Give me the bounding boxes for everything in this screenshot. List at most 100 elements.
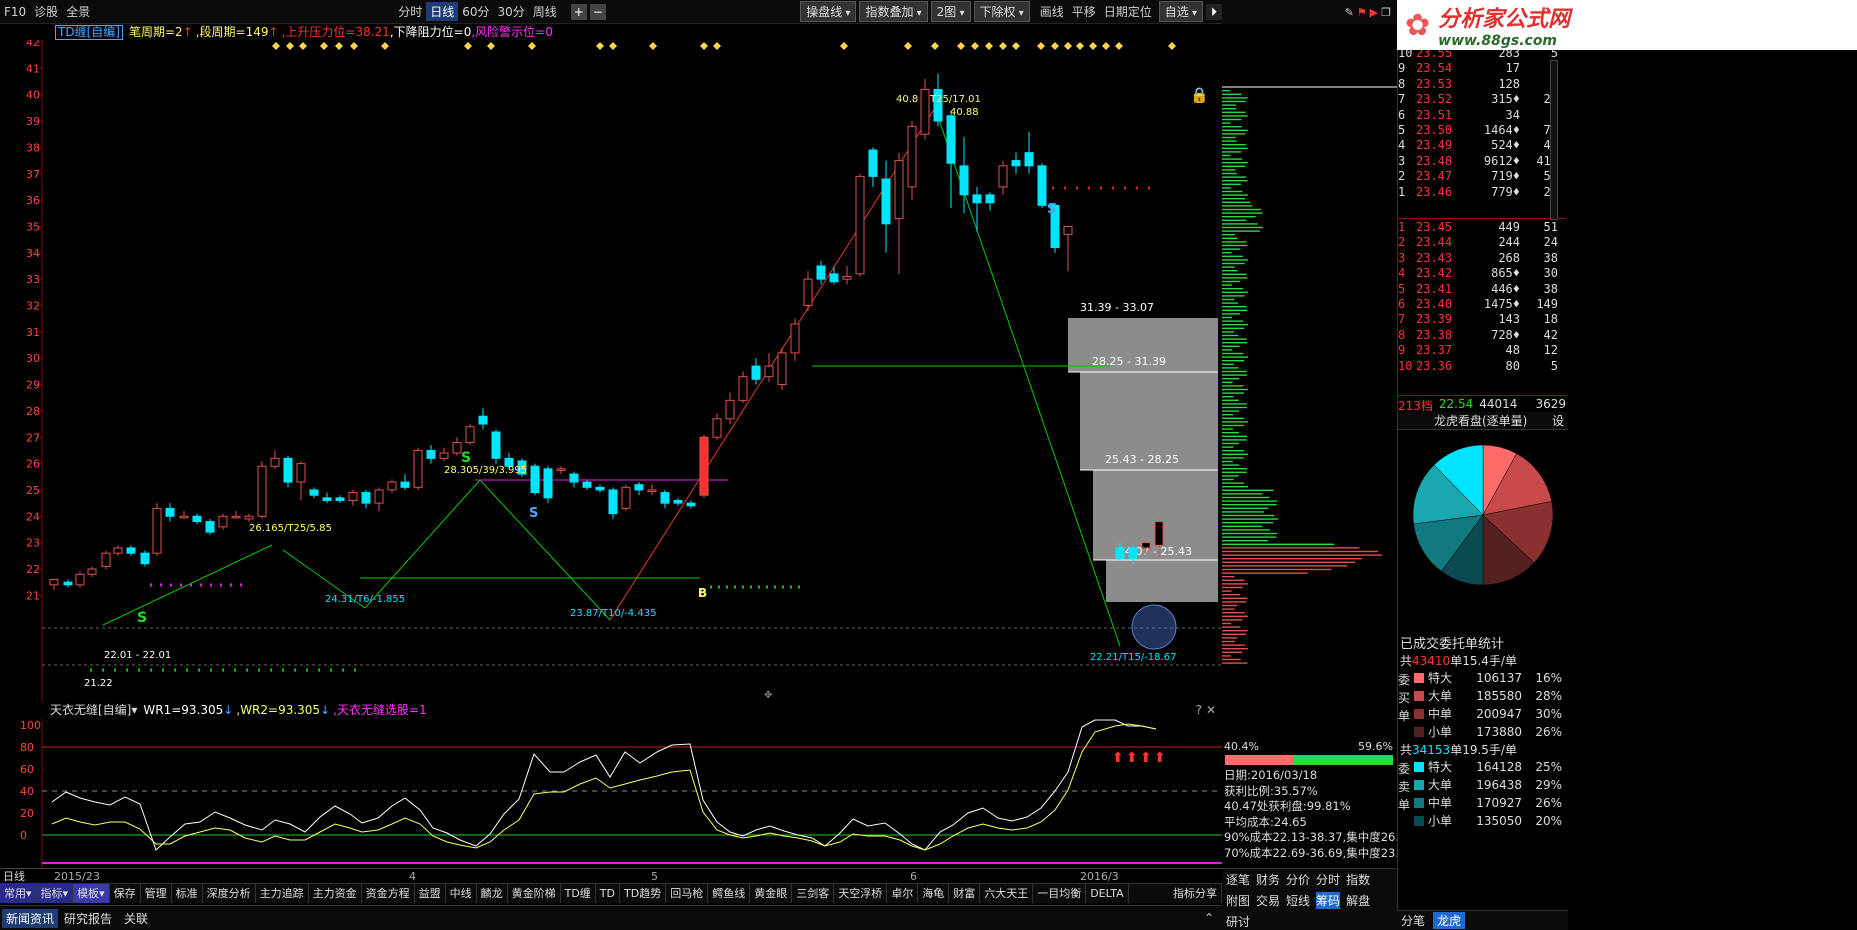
overview-button[interactable]: 全景 xyxy=(62,2,94,21)
research-tab[interactable]: 研究报告 xyxy=(58,909,118,928)
buy-total: 共43410单15.4手/单 xyxy=(1400,654,1517,668)
pan-button[interactable]: 平移 xyxy=(1068,2,1100,21)
dragon-tiger-settings[interactable]: 设 xyxy=(1552,412,1564,429)
rtab-dragon[interactable]: 龙虎 xyxy=(1433,912,1466,929)
tab-indicator[interactable]: 指标▾ xyxy=(36,884,74,903)
indicator-tab[interactable]: 标准 xyxy=(172,884,203,903)
period-daily[interactable]: 日线 xyxy=(426,2,459,21)
ctab-chips[interactable]: 筹码 xyxy=(1316,892,1341,909)
indicator-tab[interactable]: 鳄鱼线 xyxy=(708,884,751,903)
stat-value: 200947 xyxy=(1476,707,1522,721)
indicator-tab[interactable]: 主力追踪 xyxy=(256,884,309,903)
f10-button[interactable]: F10 xyxy=(0,4,30,20)
period-30min[interactable]: 30分 xyxy=(494,2,529,21)
diagnose-button[interactable]: 诊股 xyxy=(30,2,62,21)
indicator-tab[interactable]: 黄金阶梯 xyxy=(508,884,561,903)
zoom-in-button[interactable]: + xyxy=(570,3,587,20)
sub-indicator-name[interactable]: 天衣无缝[自编]▾ xyxy=(50,702,137,718)
tab-common[interactable]: 常用▾ xyxy=(0,884,37,903)
stat-value: 173880 xyxy=(1476,725,1522,739)
order-price: 23.53 xyxy=(1416,76,1453,91)
order-book-scrollbar[interactable] xyxy=(1550,60,1558,220)
zoom-out-button[interactable]: − xyxy=(589,3,606,20)
collapse-icon[interactable]: ⏵ xyxy=(1206,3,1222,20)
cost-bar xyxy=(1222,136,1236,139)
indicator-tab[interactable]: 一目均衡 xyxy=(1033,884,1087,903)
cost-bar xyxy=(1222,205,1253,207)
cost-bar xyxy=(1222,360,1245,362)
order-price: 23.51 xyxy=(1416,107,1453,122)
indicator-tab[interactable]: TD xyxy=(596,884,620,903)
ctab-finance[interactable]: 财务 xyxy=(1256,871,1280,888)
lock-icon[interactable]: 🔒 xyxy=(1190,86,1209,104)
main-chart[interactable]: 42 41 40 39 38 37 36 35 34 33 32 31 30 29 28 27 26 25 24 23… xyxy=(0,40,1222,702)
indicator-tab[interactable]: TD缠 xyxy=(561,884,596,903)
draw-line-button[interactable]: 画线 xyxy=(1036,2,1068,21)
indicator-tab[interactable]: 回马枪 xyxy=(666,884,709,903)
tab-share[interactable]: 指标分享 xyxy=(1169,884,1222,903)
ctab-trade[interactable]: 交易 xyxy=(1256,892,1280,909)
period-minute[interactable]: 分时 xyxy=(394,2,426,21)
cost-bar xyxy=(1222,324,1248,326)
indicator-tab[interactable]: DELTA xyxy=(1086,884,1129,903)
self-select-dropdown[interactable]: 自选 xyxy=(1158,1,1203,22)
index-overlay-dropdown[interactable]: 指数叠加 xyxy=(859,1,928,22)
tab-template[interactable]: 模板▾ xyxy=(73,884,110,903)
indicator-tab[interactable]: 六大天王 xyxy=(980,884,1034,903)
indicator-name-box[interactable]: TD缠[自编] xyxy=(55,24,123,40)
ctab-price[interactable]: 分价 xyxy=(1286,871,1310,888)
indicator-tab[interactable]: 益盟 xyxy=(415,884,446,903)
indicator-tab[interactable]: 三剑客 xyxy=(792,884,835,903)
indicator-tab[interactable]: 麟龙 xyxy=(477,884,508,903)
period-60min[interactable]: 60分 xyxy=(458,2,493,21)
rtab-ticks[interactable]: 分笔 xyxy=(1397,912,1429,929)
split-handle-icon[interactable]: ✥ xyxy=(764,690,772,701)
candle-body xyxy=(790,323,800,354)
close-sub-icon[interactable]: ✕ xyxy=(1206,702,1216,718)
related-tab[interactable]: 关联 xyxy=(118,909,154,928)
indicator-tab[interactable]: TD趋势 xyxy=(620,884,667,903)
trade-line-dropdown[interactable]: 操盘线 xyxy=(800,1,857,22)
indicator-tab[interactable]: 财富 xyxy=(949,884,981,903)
play-icon[interactable]: ▶ xyxy=(1370,6,1378,19)
ctab-sub[interactable]: 附图 xyxy=(1226,892,1250,909)
news-tab[interactable]: 新闻资讯 xyxy=(2,908,59,928)
ctab-ticks[interactable]: 逐笔 xyxy=(1226,871,1250,888)
candle-body xyxy=(413,449,423,488)
expand-icon[interactable]: ⌃ xyxy=(1204,911,1214,925)
indicator-tab[interactable]: 海龟 xyxy=(918,884,950,903)
sub-chart[interactable]: 100806040200 ⬆ ⬆ ⬆ ⬆ xyxy=(0,718,1222,868)
chart-count-dropdown[interactable]: 2图 xyxy=(930,1,971,22)
stat-swatch xyxy=(1414,798,1424,808)
indicator-tab[interactable]: 卓尔 xyxy=(887,884,919,903)
cost-bar xyxy=(1222,162,1248,164)
indicator-tab[interactable]: 黄金眼 xyxy=(750,884,793,903)
period-dropdown[interactable]: 周线 xyxy=(529,2,561,21)
tab-save[interactable]: 保存 xyxy=(110,884,141,903)
ctab-discuss[interactable]: 研讨 xyxy=(1226,915,1250,929)
copy-icon[interactable]: ❐ xyxy=(1381,6,1391,19)
x-axis-mode[interactable]: 日线 xyxy=(3,869,25,884)
tab-manage[interactable]: 管理 xyxy=(141,884,172,903)
indicator-tab[interactable]: 深度分析 xyxy=(203,884,256,903)
ctab-index[interactable]: 指数 xyxy=(1346,871,1370,888)
cost-bar xyxy=(1222,342,1248,344)
help-icon[interactable]: ? xyxy=(1196,702,1202,718)
indicator-tab[interactable]: 天空浮桥 xyxy=(834,884,888,903)
zone-label-3: 25.43 - 28.25 xyxy=(1105,453,1179,466)
flag-icon[interactable]: ⚑ xyxy=(1357,6,1367,19)
ex-rights-dropdown[interactable]: 下除权 xyxy=(973,1,1030,22)
ctab-minute[interactable]: 分时 xyxy=(1316,871,1340,888)
ctab-analysis[interactable]: 解盘 xyxy=(1346,892,1370,909)
cost-bar xyxy=(1222,349,1233,351)
cost-bar xyxy=(1222,432,1240,434)
ctab-short[interactable]: 短线 xyxy=(1286,892,1310,909)
cost-bar xyxy=(1222,482,1245,484)
order-level: 4 xyxy=(1398,138,1406,153)
indicator-tab[interactable]: 主力资金 xyxy=(309,884,362,903)
indicator-tab[interactable]: 资金方程 xyxy=(362,884,415,903)
order-n: 12 xyxy=(1543,343,1558,358)
date-locate-button[interactable]: 日期定位 xyxy=(1100,2,1156,21)
pen-icon[interactable]: ✎ xyxy=(1345,6,1354,19)
indicator-tab[interactable]: 中线 xyxy=(446,884,477,903)
